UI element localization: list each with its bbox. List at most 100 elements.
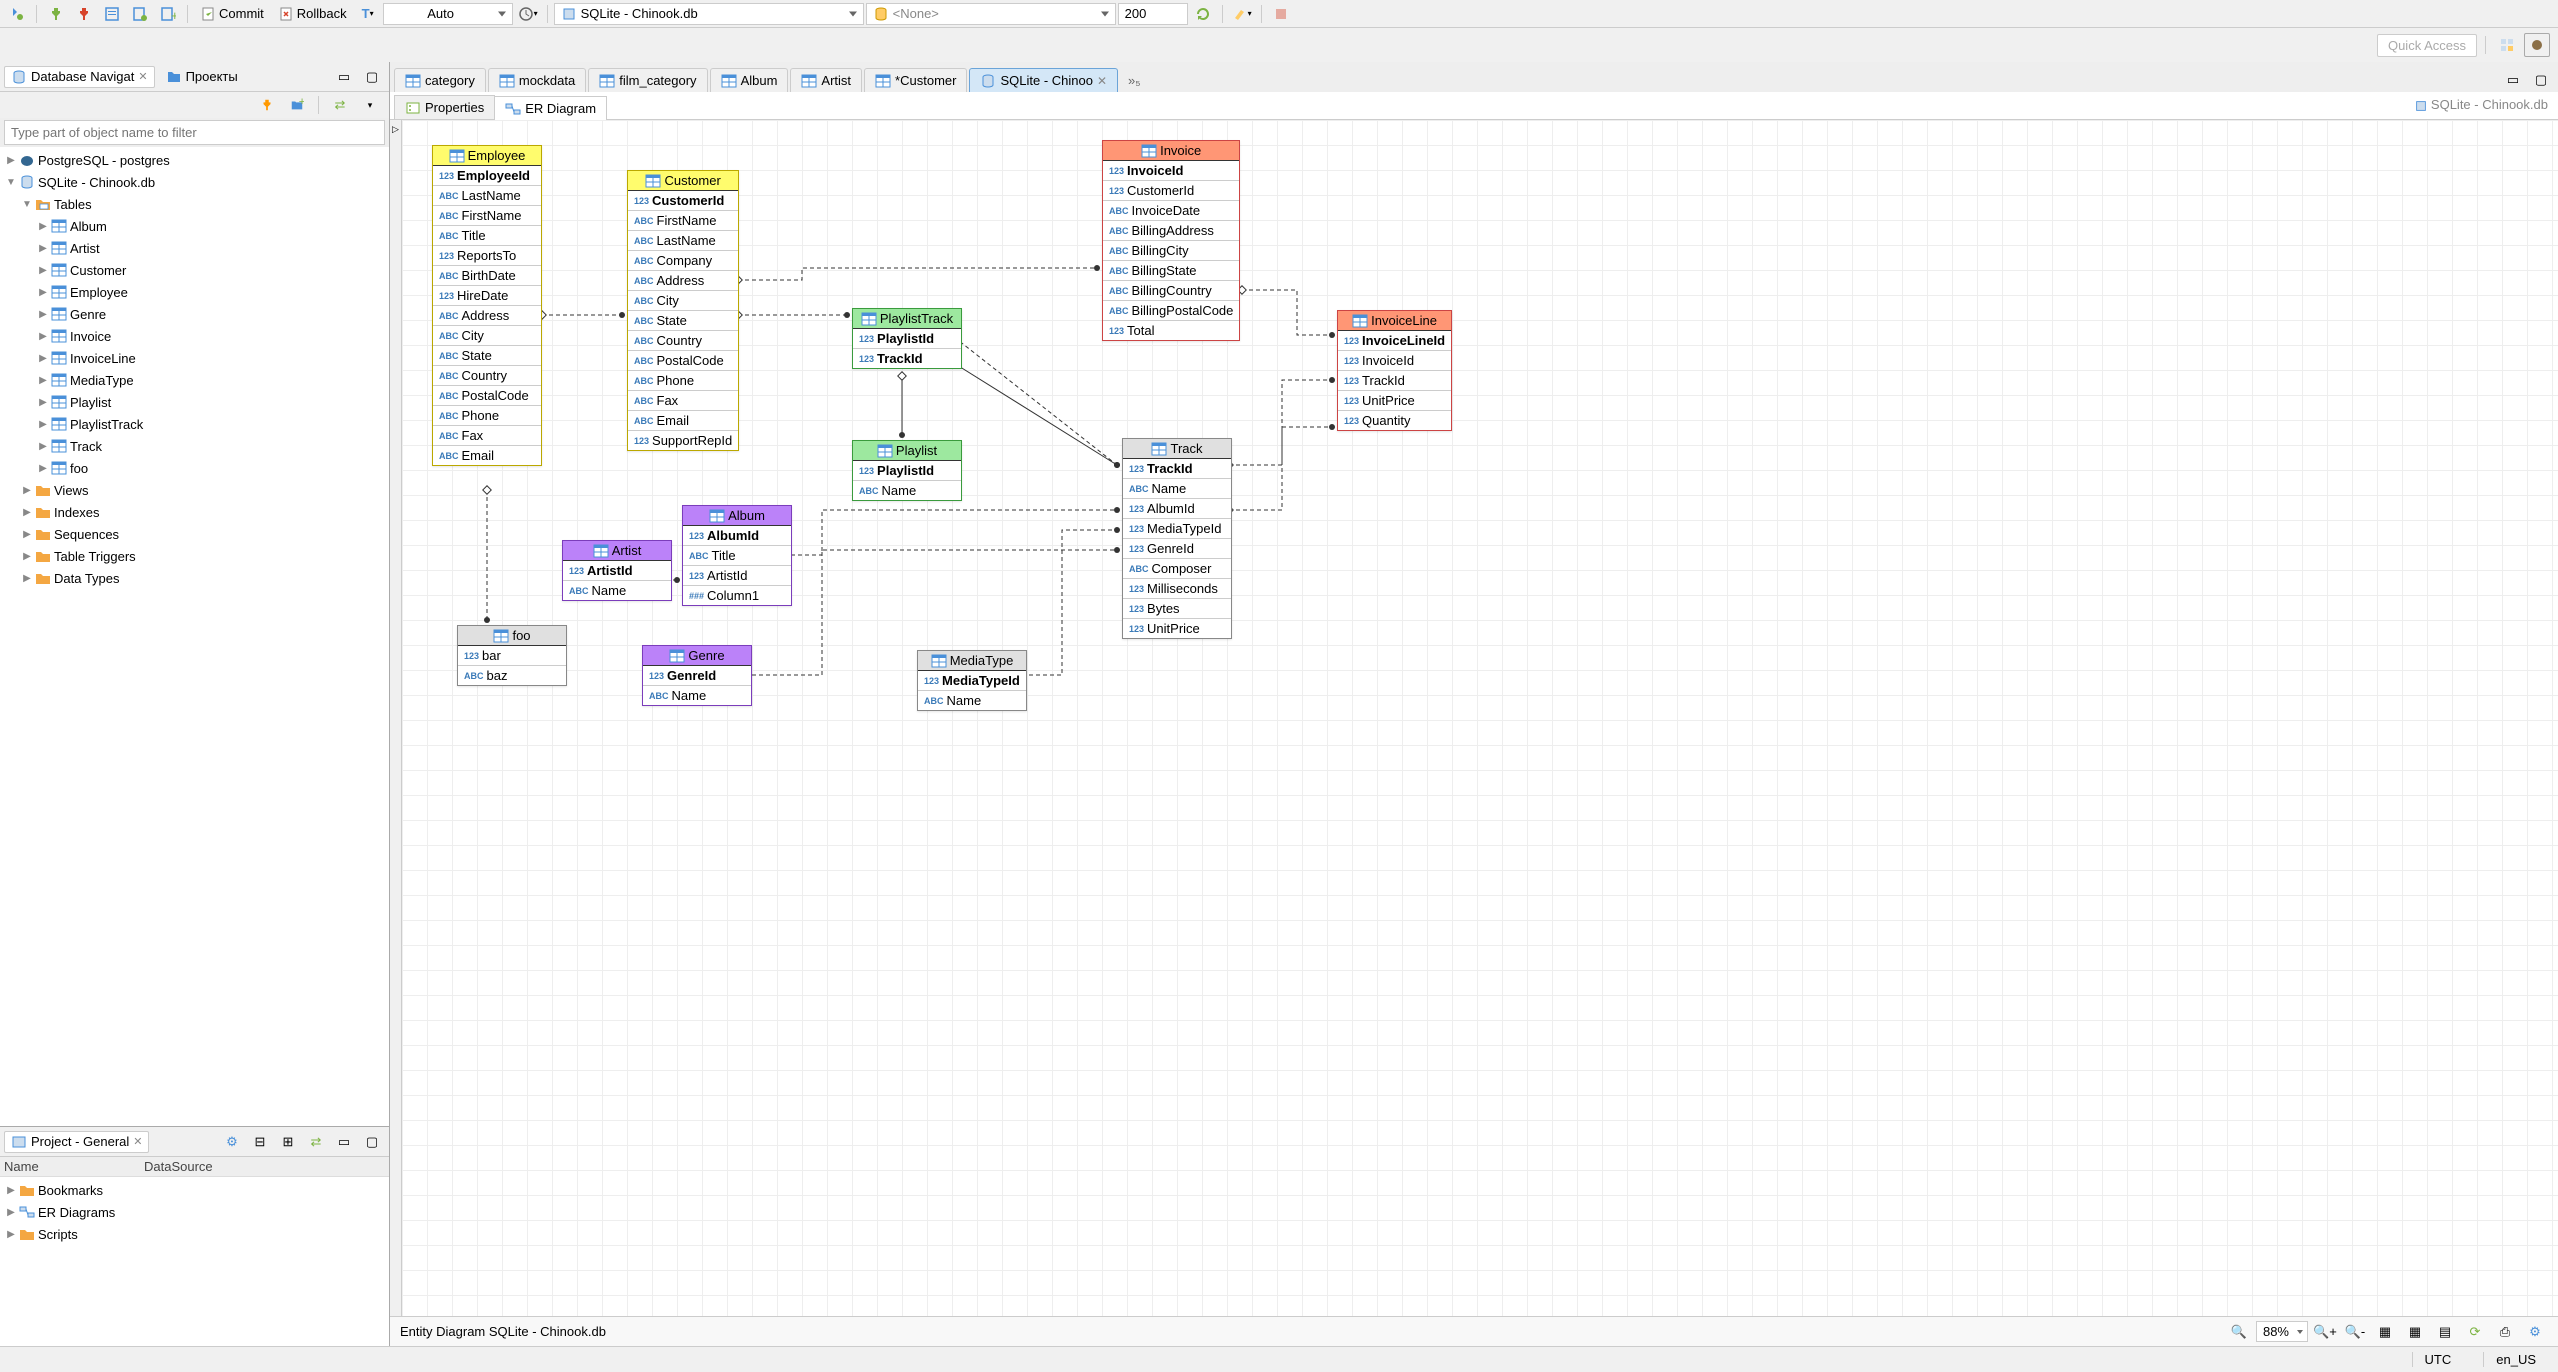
close-icon[interactable]: ✕: [1097, 74, 1107, 88]
history-icon[interactable]: ▾: [515, 2, 541, 26]
plug-green-icon[interactable]: [43, 2, 69, 26]
editor-tab-album[interactable]: Album: [710, 68, 789, 92]
refresh-icon[interactable]: [1190, 2, 1216, 26]
entity-mediatype[interactable]: MediaType123MediaTypeIdABCName: [917, 650, 1027, 711]
tree-item-table-triggers[interactable]: ▶Table Triggers: [0, 545, 389, 567]
tree-item-mediatype[interactable]: ▶MediaType: [0, 369, 389, 391]
editor-tab-artist[interactable]: Artist: [790, 68, 862, 92]
quick-access-input[interactable]: Quick Access: [2377, 34, 2477, 57]
entity-customer[interactable]: Customer123CustomerIdABCFirstNameABCLast…: [627, 170, 739, 451]
tree-item-customer[interactable]: ▶Customer: [0, 259, 389, 281]
settings-icon[interactable]: ⚙: [2522, 1320, 2548, 1344]
projects-tab[interactable]: Проекты: [159, 66, 245, 88]
minimize-icon[interactable]: ▭: [331, 65, 357, 89]
sub-tab-properties[interactable]: Properties: [394, 95, 495, 119]
filter-input[interactable]: [4, 120, 385, 145]
minimize-icon[interactable]: ▭: [2500, 68, 2526, 92]
tree-item-genre[interactable]: ▶Genre: [0, 303, 389, 325]
close-icon[interactable]: ✕: [133, 1135, 142, 1148]
tree-item-views[interactable]: ▶Views: [0, 479, 389, 501]
zoom-combo[interactable]: 88%: [2256, 1321, 2308, 1342]
refresh-diagram-icon[interactable]: ⟳: [2462, 1320, 2488, 1344]
tree-item-invoice[interactable]: ▶Invoice: [0, 325, 389, 347]
zoom-in-icon[interactable]: 🔍+: [2312, 1320, 2338, 1344]
expand-icon[interactable]: ⊞: [275, 1130, 301, 1154]
maximize-icon[interactable]: ▢: [359, 65, 385, 89]
dbeaver-perspective-icon[interactable]: [2524, 33, 2550, 57]
entity-playlist[interactable]: Playlist123PlaylistIdABCName: [852, 440, 962, 501]
fit-icon[interactable]: ▦: [2372, 1320, 2398, 1344]
row-limit-input[interactable]: [1118, 3, 1188, 25]
sql-new-icon[interactable]: [127, 2, 153, 26]
editor-tab--customer[interactable]: *Customer: [864, 68, 967, 92]
entity-foo[interactable]: foo123barABCbaz: [457, 625, 567, 686]
entity-invoiceline[interactable]: InvoiceLine123InvoiceLineId123InvoiceId1…: [1337, 310, 1452, 431]
tree-item-invoiceline[interactable]: ▶InvoiceLine: [0, 347, 389, 369]
tree-item-indexes[interactable]: ▶Indexes: [0, 501, 389, 523]
commit-button[interactable]: Commit: [194, 2, 270, 26]
entity-employee[interactable]: Employee123EmployeeIdABCLastNameABCFirst…: [432, 145, 542, 466]
plug-red-icon[interactable]: [71, 2, 97, 26]
gear-icon[interactable]: ⚙: [219, 1130, 245, 1154]
tree-item-album[interactable]: ▶Album: [0, 215, 389, 237]
tree-item-tables[interactable]: ▼Tables: [0, 193, 389, 215]
tree-item-playlist[interactable]: ▶Playlist: [0, 391, 389, 413]
project-tab[interactable]: Project - General ✕: [4, 1131, 149, 1153]
navigator-tab[interactable]: Database Navigat ✕: [4, 66, 155, 88]
close-icon[interactable]: ✕: [138, 70, 147, 83]
tree-item-foo[interactable]: ▶foo: [0, 457, 389, 479]
plug-icon[interactable]: [254, 93, 280, 117]
maximize-icon[interactable]: ▢: [359, 1130, 385, 1154]
tree-item-track[interactable]: ▶Track: [0, 435, 389, 457]
status-tz: UTC: [2412, 1352, 2464, 1367]
minimize-icon[interactable]: ▭: [331, 1130, 357, 1154]
link-icon[interactable]: ⇄: [327, 93, 353, 117]
entity-artist[interactable]: Artist123ArtistIdABCName: [562, 540, 672, 601]
search-icon[interactable]: 🔍: [2226, 1320, 2252, 1344]
collapse-icon[interactable]: ⊟: [247, 1130, 273, 1154]
entity-playlisttrack[interactable]: PlaylistTrack123PlaylistId123TrackId: [852, 308, 962, 369]
project-item-er-diagrams[interactable]: ▶ER Diagrams: [0, 1201, 389, 1223]
tx-auto-combo[interactable]: Auto: [383, 3, 513, 25]
tree-item-postgresql---postgres[interactable]: ▶PostgreSQL - postgres: [0, 149, 389, 171]
tree-item-sqlite---chinook-db[interactable]: ▼SQLite - Chinook.db: [0, 171, 389, 193]
perspective-icon[interactable]: [2494, 33, 2520, 57]
project-item-scripts[interactable]: ▶Scripts: [0, 1223, 389, 1245]
tree-item-data-types[interactable]: ▶Data Types: [0, 567, 389, 589]
schema-combo[interactable]: <None>: [866, 3, 1116, 25]
tree-item-playlisttrack[interactable]: ▶PlaylistTrack: [0, 413, 389, 435]
maximize-icon[interactable]: ▢: [2528, 68, 2554, 92]
project-item-bookmarks[interactable]: ▶Bookmarks: [0, 1179, 389, 1201]
datasource-combo[interactable]: SQLite - Chinook.db: [554, 3, 864, 25]
rollback-button[interactable]: Rollback: [272, 2, 353, 26]
highlight-icon[interactable]: ▾: [1229, 2, 1255, 26]
tx-mode-icon[interactable]: T▾: [355, 2, 381, 26]
link-icon[interactable]: ⇄: [303, 1130, 329, 1154]
editor-tab-sqlite---chinoo[interactable]: SQLite - Chinoo✕: [969, 68, 1118, 92]
tree-item-employee[interactable]: ▶Employee: [0, 281, 389, 303]
new-connection-icon[interactable]: [4, 2, 30, 26]
menu-icon[interactable]: ▾: [357, 93, 383, 117]
grid-icon[interactable]: ▦: [2402, 1320, 2428, 1344]
editor-tab-film-category[interactable]: film_category: [588, 68, 707, 92]
zoom-out-icon[interactable]: 🔍-: [2342, 1320, 2368, 1344]
editor-tab-mockdata[interactable]: mockdata: [488, 68, 586, 92]
export-icon[interactable]: ⎙: [2492, 1320, 2518, 1344]
sub-tab-er-diagram[interactable]: ER Diagram: [494, 96, 607, 120]
entity-invoice[interactable]: Invoice123InvoiceId123CustomerIdABCInvoi…: [1102, 140, 1240, 341]
layout-icon[interactable]: ▤: [2432, 1320, 2458, 1344]
palette-toggle[interactable]: ▷: [390, 120, 402, 1316]
editor-tab-category[interactable]: category: [394, 68, 486, 92]
new-folder-icon[interactable]: +: [284, 93, 310, 117]
entity-genre[interactable]: Genre123GenreIdABCName: [642, 645, 752, 706]
er-diagram-canvas[interactable]: Employee123EmployeeIdABCLastNameABCFirst…: [402, 120, 2558, 1316]
tab-overflow[interactable]: »₅: [1124, 69, 1144, 92]
sql-editor-icon[interactable]: [99, 2, 125, 26]
status-locale: en_US: [2483, 1352, 2548, 1367]
sql-recent-icon[interactable]: +: [155, 2, 181, 26]
entity-track[interactable]: Track123TrackIdABCName123AlbumId123Media…: [1122, 438, 1232, 639]
tree-item-sequences[interactable]: ▶Sequences: [0, 523, 389, 545]
entity-album[interactable]: Album123AlbumIdABCTitle123ArtistId###Col…: [682, 505, 792, 606]
tree-item-artist[interactable]: ▶Artist: [0, 237, 389, 259]
stop-icon[interactable]: [1268, 2, 1294, 26]
